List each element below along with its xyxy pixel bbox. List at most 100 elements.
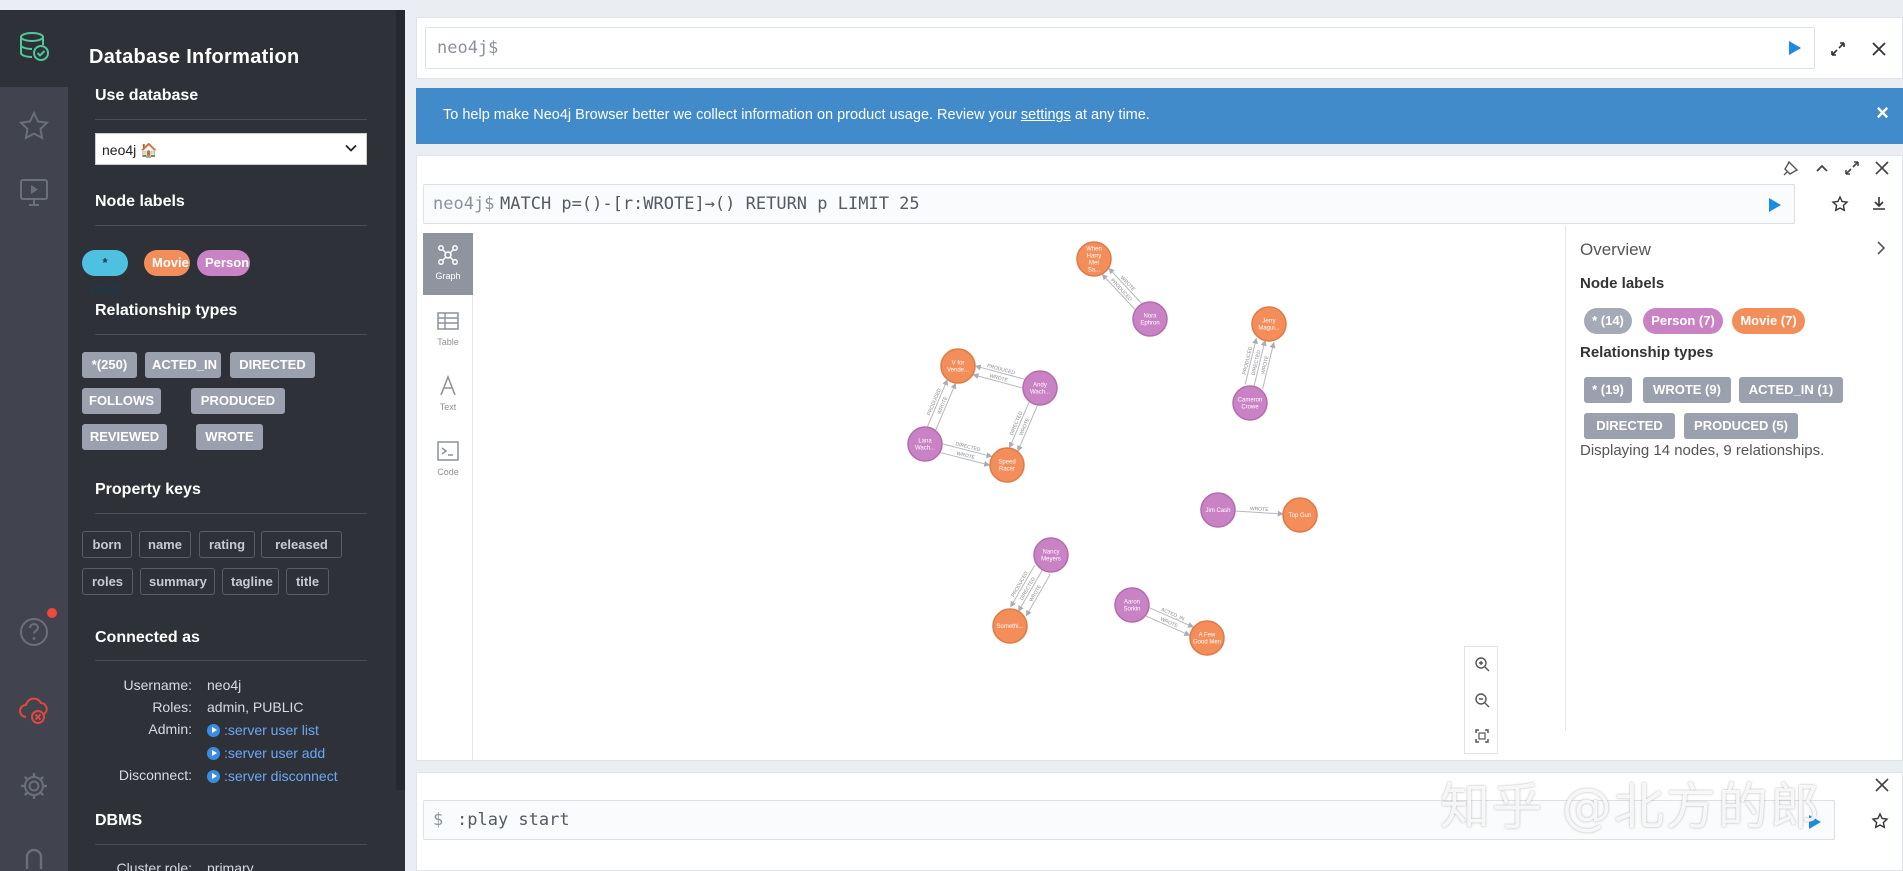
favorite-button[interactable]: [1829, 193, 1851, 215]
overview-relationship-type-tag[interactable]: PRODUCED (5): [1684, 413, 1798, 439]
property-key-tag[interactable]: roles: [82, 568, 133, 595]
relationship-type-tag[interactable]: FOLLOWS: [82, 388, 161, 414]
graph-node-caption-line: Somethi...: [996, 624, 1023, 630]
tab-text[interactable]: Text: [423, 364, 473, 426]
help-icon[interactable]: [0, 604, 68, 660]
overview-node-label-pill[interactable]: * (14): [1584, 308, 1632, 334]
tab-table[interactable]: Table: [423, 299, 473, 361]
top-editor[interactable]: neo4j$: [425, 27, 1815, 69]
overview-relationship-type-tag[interactable]: WROTE (9): [1643, 377, 1731, 403]
graph-icon: [436, 243, 460, 267]
graph-node-caption-line: Wach...: [1030, 390, 1050, 396]
run-button[interactable]: [1783, 37, 1805, 59]
username-label: Username:: [68, 677, 192, 693]
graph-node-caption-line: Good Men: [1193, 640, 1221, 646]
fit-button[interactable]: [1471, 725, 1493, 747]
divider: [95, 513, 367, 514]
overview-relationship-type-tag[interactable]: * (19): [1584, 377, 1632, 403]
node-label-pill[interactable]: Person: [197, 250, 250, 276]
frame-close-button[interactable]: [1871, 774, 1893, 796]
server-user-add-link[interactable]: :server user add: [207, 745, 325, 761]
property-key-tag[interactable]: tagline: [222, 568, 279, 595]
relationship-type-tag[interactable]: *(250): [82, 352, 137, 378]
settings-link[interactable]: settings: [1021, 107, 1071, 123]
property-key-tag[interactable]: title: [286, 568, 329, 595]
tab-code[interactable]: Code: [423, 429, 473, 491]
property-key-tag[interactable]: born: [82, 531, 132, 558]
graph-node-caption-line: Andy: [1033, 383, 1047, 389]
graph-node-caption-line: Nancy: [1042, 550, 1059, 556]
guides-monitor-icon[interactable]: [0, 164, 68, 220]
graph-node-caption-line: Harry: [1087, 254, 1102, 260]
overview-title: Overview: [1580, 240, 1651, 260]
server-user-list-link[interactable]: :server user list: [207, 722, 319, 738]
overview-node-label-pill[interactable]: Person (7): [1643, 308, 1723, 334]
graph-relationship-label: WROTE: [1260, 355, 1270, 375]
graph-node-caption-line: When: [1086, 247, 1102, 253]
settings-gear-icon[interactable]: [0, 758, 68, 814]
frame-fullscreen-button[interactable]: [1841, 157, 1863, 179]
zoom-in-button[interactable]: [1471, 653, 1493, 675]
node-label-pill[interactable]: Movie: [144, 250, 190, 276]
tab-label: Text: [440, 402, 457, 412]
link-text: :server user list: [224, 722, 319, 738]
divider: [95, 660, 367, 661]
graph-relationship-label: WROTE: [989, 373, 1009, 384]
frame-editor[interactable]: neo4j$ MATCH p=()-[r:WROTE]→() RETURN p …: [423, 184, 1795, 224]
overview-relationship-type-tag[interactable]: DIRECTED (4): [1584, 413, 1675, 439]
node-labels-heading: Node labels: [95, 193, 185, 211]
relationship-type-tag[interactable]: WROTE: [196, 424, 263, 450]
fullscreen-button[interactable]: [1827, 38, 1849, 60]
relationship-type-tag[interactable]: DIRECTED: [230, 352, 315, 378]
overview-relationship-type-tag[interactable]: ACTED_IN (1): [1739, 377, 1843, 403]
graph-node-caption: CameronCrowe: [1238, 398, 1263, 411]
graph-node-caption-line: Lana: [918, 439, 932, 445]
roles-value: admin, PUBLIC: [207, 699, 303, 715]
overview-node-label-pill[interactable]: Movie (7): [1732, 308, 1805, 334]
zoom-out-button[interactable]: [1471, 689, 1493, 711]
database-select[interactable]: neo4j 🏠: [95, 133, 367, 165]
graph-canvas[interactable]: PRODUCEDWROTEPRODUCEDDIRECTEDWROTEWROTEP…: [474, 233, 1556, 761]
relationship-type-tag[interactable]: ACTED_IN: [145, 352, 221, 378]
close-icon: [1873, 159, 1891, 177]
text-icon: [436, 374, 460, 398]
favorite-button[interactable]: [1869, 810, 1891, 832]
property-key-tag[interactable]: released: [261, 531, 342, 558]
frame-close-button[interactable]: [1871, 157, 1893, 179]
favorites-star-icon[interactable]: [0, 98, 68, 154]
disconnected-cloud-icon[interactable]: [0, 682, 68, 738]
download-icon: [1870, 195, 1888, 213]
connected-as-heading: Connected as: [95, 629, 200, 647]
about-icon[interactable]: [0, 828, 68, 871]
database-icon[interactable]: [0, 18, 68, 74]
property-key-tag[interactable]: rating: [199, 531, 255, 558]
query-text: MATCH p=()-[r:WROTE]→() RETURN p LIMIT 2…: [500, 194, 920, 214]
chevron-right-icon[interactable]: [1873, 240, 1889, 256]
pin-button[interactable]: [1780, 157, 1802, 179]
graph-relationship-label: WROTE: [1250, 506, 1270, 513]
drawer-scrollbar[interactable]: [396, 10, 405, 790]
top-editor-card: neo4j$: [416, 17, 1903, 79]
code-icon: [436, 439, 460, 463]
banner-close-button[interactable]: ×: [1876, 102, 1889, 124]
graph-node-caption: NancyMeyers: [1041, 550, 1061, 563]
star-icon: [1831, 195, 1849, 213]
rerun-button[interactable]: [1763, 194, 1785, 216]
download-button[interactable]: [1868, 193, 1890, 215]
graph-node-caption-line: Jim Cash: [1205, 508, 1230, 514]
relationship-type-tag[interactable]: REVIEWED: [82, 424, 167, 450]
graph-node-caption-line: Magui...: [1258, 326, 1280, 332]
overview-summary: Displaying 14 nodes, 9 relationships.: [1580, 442, 1824, 459]
relationship-type-tag[interactable]: PRODUCED: [191, 388, 285, 414]
server-disconnect-link[interactable]: :server disconnect: [207, 768, 338, 784]
overview-rel-types-heading: Relationship types: [1580, 344, 1713, 361]
close-editor-button[interactable]: [1868, 38, 1890, 60]
tab-graph[interactable]: Graph: [423, 233, 473, 295]
collapse-button[interactable]: [1811, 157, 1833, 179]
database-select-value: neo4j 🏠: [102, 142, 158, 158]
property-key-tag[interactable]: name: [139, 531, 191, 558]
graph-node-caption-line: V for: [952, 361, 965, 367]
property-key-tag[interactable]: summary: [140, 568, 215, 595]
node-label-pill[interactable]: *(169): [82, 250, 128, 276]
expand-icon: [1829, 40, 1847, 58]
